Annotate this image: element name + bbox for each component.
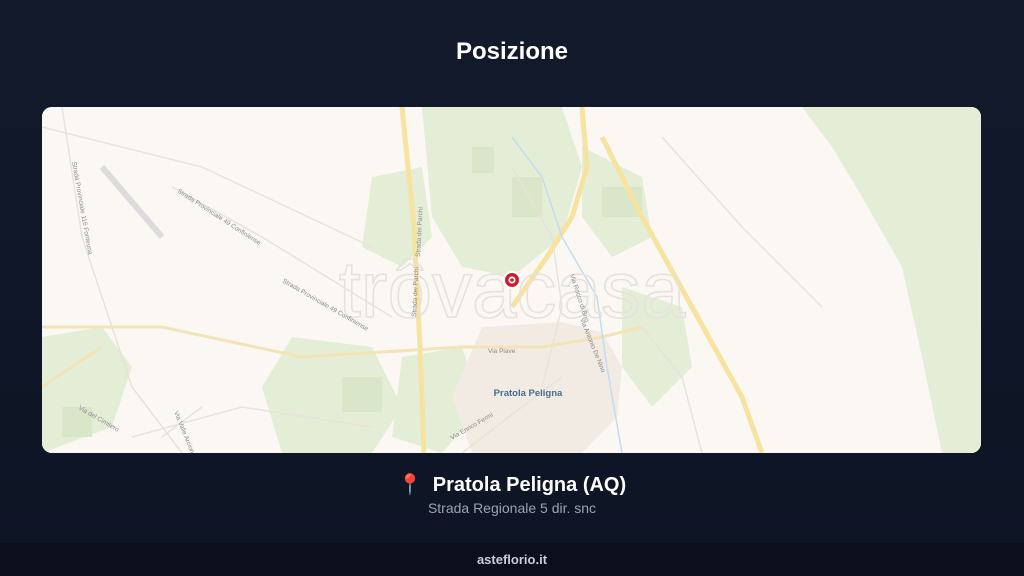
- town-label: Pratola Peligna: [494, 388, 563, 399]
- footer: asteflorio.it: [0, 543, 1024, 576]
- map-watermark: trôvacasa: [339, 245, 686, 334]
- page-title: Posizione: [455, 38, 569, 65]
- location-name-text: Pratola Peligna (AQ): [432, 474, 627, 496]
- street-label: Via Piave: [488, 348, 516, 355]
- location-address: Strada Regionale 5 dir. snc: [427, 500, 597, 516]
- location-name: 📍 Pratola Peligna (AQ): [0, 472, 1024, 497]
- footer-site[interactable]: asteflorio.it: [477, 543, 547, 576]
- map-canvas[interactable]: trôvacasa Strada Provinciale 49 Confinie…: [42, 107, 981, 453]
- map-view[interactable]: trôvacasa Strada Provinciale 49 Confinie…: [42, 107, 981, 453]
- location-marker-icon[interactable]: [503, 271, 521, 289]
- map-pin-icon: 📍: [397, 474, 423, 496]
